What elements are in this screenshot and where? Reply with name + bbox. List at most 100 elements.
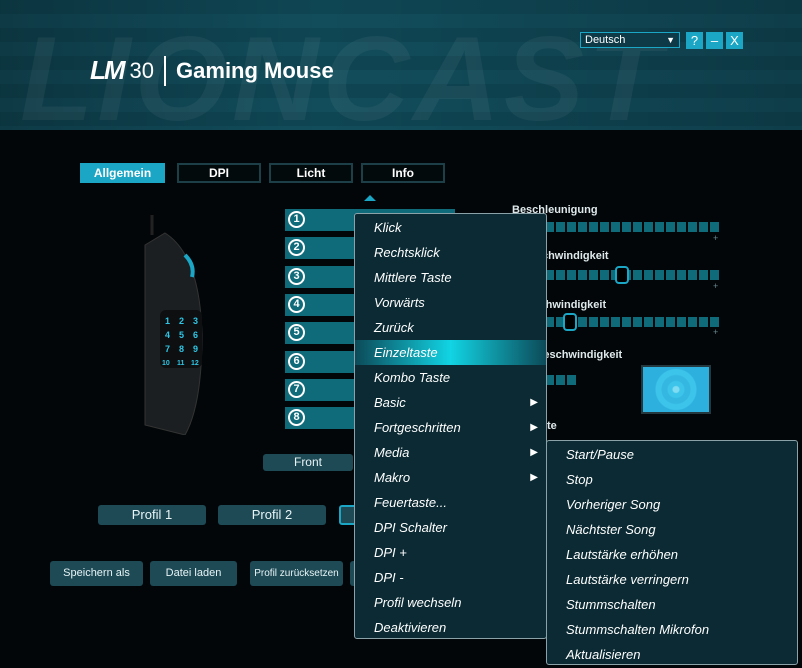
slider-segment xyxy=(655,270,664,280)
menu-item-profil-wechseln[interactable]: Profil wechseln xyxy=(355,590,546,615)
media-submenu: Start/Pause Stop Vorheriger Song Nächtster … xyxy=(546,440,798,665)
media-item[interactable]: Nächtster Song xyxy=(547,517,797,542)
menu-item-klick[interactable]: Klick xyxy=(355,215,546,240)
menu-item-dpi-schalter[interactable]: DPI Schalter xyxy=(355,515,546,540)
language-select[interactable]: Deutsch ▼ xyxy=(580,32,680,48)
menu-item-zurück[interactable]: Zurück xyxy=(355,315,546,340)
menu-item-basic[interactable]: Basic ▶ xyxy=(355,390,546,415)
double-click-slider[interactable] xyxy=(545,375,576,385)
button-number: 7 xyxy=(288,380,305,398)
tab-info[interactable]: Info xyxy=(361,163,445,183)
slider-segment xyxy=(677,270,686,280)
slider-segment xyxy=(699,317,708,327)
scroll-speed-plus-icon: + xyxy=(713,327,719,337)
slider-segment xyxy=(655,317,664,327)
minimize-button[interactable]: – xyxy=(706,32,723,49)
slider-segment xyxy=(600,317,609,327)
media-item-label: Nächtster Song xyxy=(566,522,656,537)
app-logo: LM 30 Gaming Mouse xyxy=(90,55,334,86)
slider-segment xyxy=(666,317,675,327)
menu-item-media[interactable]: Media ▶ xyxy=(355,440,546,465)
media-item[interactable]: Stummschalten xyxy=(547,592,797,617)
tab-dpi[interactable]: DPI xyxy=(177,163,261,183)
mouse-key-9: 9 xyxy=(193,344,198,354)
menu-item-label: Makro xyxy=(374,470,411,485)
help-button[interactable]: ? xyxy=(686,32,703,49)
menu-item-label: Rechtsklick xyxy=(374,245,440,260)
slider-segment xyxy=(710,270,719,280)
button-number: 8 xyxy=(288,409,305,427)
menu-item-makro[interactable]: Makro ▶ xyxy=(355,465,546,490)
acceleration-slider[interactable] xyxy=(545,222,719,232)
slider-segment xyxy=(644,270,653,280)
menu-item-dpi[interactable]: DPI - xyxy=(355,565,546,590)
slider-segment xyxy=(644,317,653,327)
save-as-button[interactable]: Speichern als xyxy=(50,561,143,586)
menu-item-rechtsklick[interactable]: Rechtsklick xyxy=(355,240,546,265)
menu-item-label: Deaktivieren xyxy=(374,620,447,635)
media-item-label: Aktualisieren xyxy=(566,647,641,662)
language-value: Deutsch xyxy=(585,34,626,46)
media-item[interactable]: Lautstärke verringern xyxy=(547,567,797,592)
model-number: 30 xyxy=(129,57,155,83)
button-number: 1 xyxy=(288,211,305,228)
mouse-key-4: 4 xyxy=(165,330,170,340)
slider-segment xyxy=(699,222,708,232)
slider-segment xyxy=(578,222,587,232)
tab-licht[interactable]: Licht xyxy=(269,163,353,183)
media-item-label: Stummschalten xyxy=(566,597,656,612)
pointer-speed-knob[interactable] xyxy=(615,266,630,284)
slider-segment xyxy=(600,270,609,280)
front-view-button[interactable]: Front xyxy=(263,454,353,471)
mouse-key-6: 6 xyxy=(193,330,198,340)
media-item-label: Lautstärke erhöhen xyxy=(566,547,679,562)
button-number: 3 xyxy=(288,267,305,285)
submenu-arrow-icon: ▶ xyxy=(530,422,538,433)
media-item[interactable]: Aktualisieren xyxy=(547,642,797,667)
media-item[interactable]: Stop xyxy=(547,467,797,492)
menu-item-einzeltaste[interactable]: Einzeltaste xyxy=(355,340,546,365)
slider-segment xyxy=(567,270,576,280)
menu-item-kombo-taste[interactable]: Kombo Taste xyxy=(355,365,546,390)
slider-segment xyxy=(633,222,642,232)
slider-segment xyxy=(633,270,642,280)
slider-segment xyxy=(633,317,642,327)
media-item-label: Stummschalten Mikrofon xyxy=(566,622,710,637)
menu-item-deaktivieren[interactable]: Deaktivieren xyxy=(355,615,546,640)
media-item[interactable]: Start/Pause xyxy=(547,442,797,467)
menu-item-vorwärts[interactable]: Vorwärts xyxy=(355,290,546,315)
load-file-button[interactable]: Datei laden xyxy=(150,561,237,586)
pointer-speed-slider[interactable] xyxy=(545,270,719,280)
slider-segment xyxy=(688,222,697,232)
reset-profile-button[interactable]: Profil zurücksetzen xyxy=(250,561,343,586)
menu-item-dpi[interactable]: DPI + xyxy=(355,540,546,565)
slider-segment xyxy=(666,222,675,232)
menu-item-label: Media xyxy=(374,445,410,460)
menu-item-label: Mittlere Taste xyxy=(374,270,452,285)
slider-segment xyxy=(677,317,686,327)
menu-item-mittlere-taste[interactable]: Mittlere Taste xyxy=(355,265,546,290)
menu-item-fortgeschritten[interactable]: Fortgeschritten ▶ xyxy=(355,415,546,440)
media-item[interactable]: Stummschalten Mikrofon xyxy=(547,617,797,642)
slider-segment xyxy=(589,317,598,327)
slider-segment xyxy=(699,270,708,280)
tab-allgemein[interactable]: Allgemein xyxy=(80,163,165,183)
profile-2-button[interactable]: Profil 2 xyxy=(218,505,326,525)
slider-segment xyxy=(677,222,686,232)
media-item[interactable]: Lautstärke erhöhen xyxy=(547,542,797,567)
close-button[interactable]: X xyxy=(726,32,743,49)
media-item[interactable]: Vorheriger Song xyxy=(547,492,797,517)
profile-1-button[interactable]: Profil 1 xyxy=(98,505,206,525)
slider-segment xyxy=(600,222,609,232)
app-title: Gaming Mouse xyxy=(176,57,334,83)
menu-item-feuertaste[interactable]: Feuertaste... xyxy=(355,490,546,515)
button-action-menu: Klick Rechtsklick Mittlere Taste Vorwärts Zu… xyxy=(354,213,547,639)
mouse-key-12: 12 xyxy=(191,360,199,367)
logo-mark: LM xyxy=(90,55,126,85)
menu-item-label: Fortgeschritten xyxy=(374,420,461,435)
menu-item-label: DPI + xyxy=(374,545,407,560)
scroll-speed-knob[interactable] xyxy=(562,313,577,331)
slider-segment xyxy=(589,222,598,232)
double-click-test-area[interactable] xyxy=(641,365,711,414)
submenu-arrow-icon: ▶ xyxy=(530,447,538,458)
